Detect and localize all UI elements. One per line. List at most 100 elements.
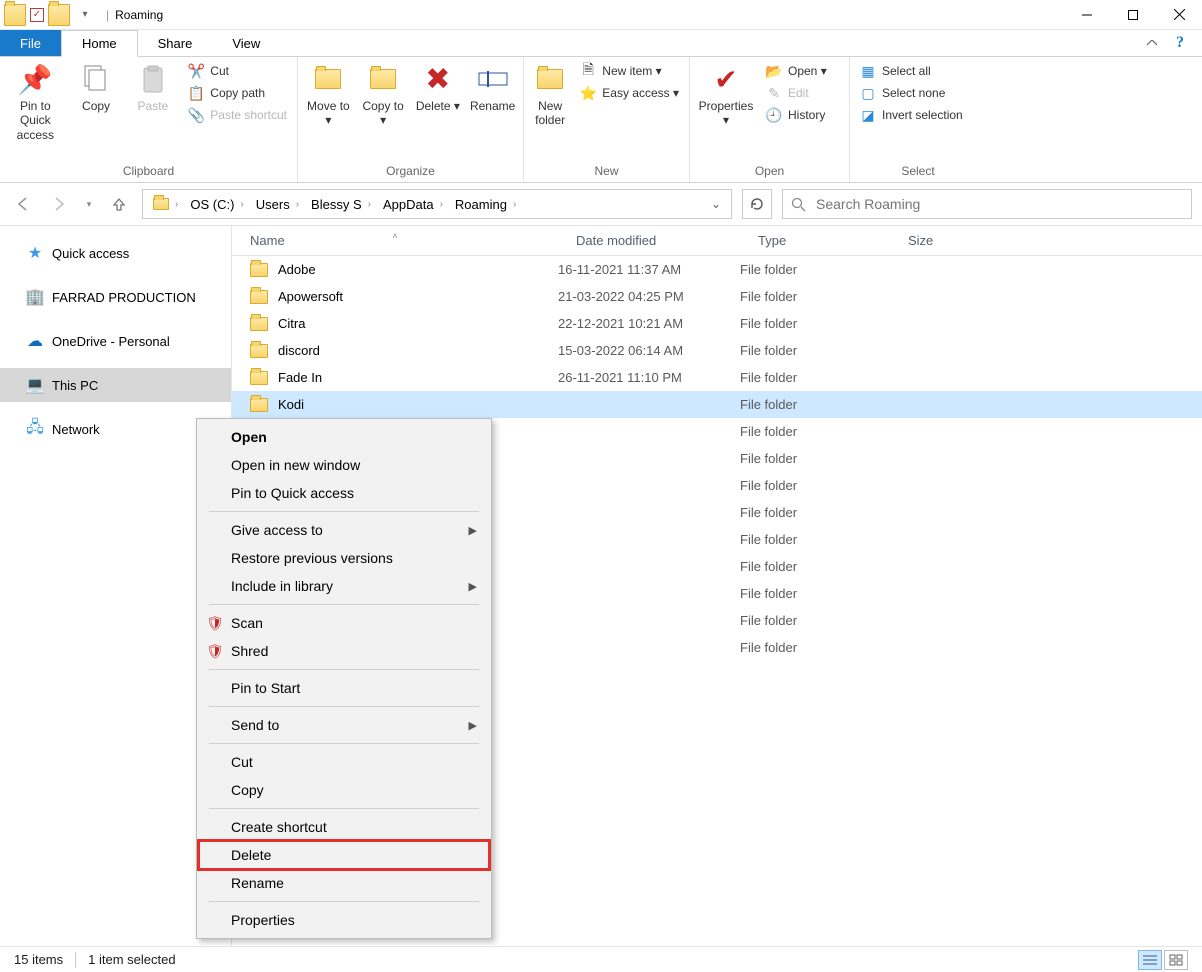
file-type: File folder (740, 478, 890, 493)
details-view-button[interactable] (1138, 950, 1162, 970)
invert-selection-button[interactable]: ◪ Invert selection (856, 105, 967, 125)
maximize-button[interactable] (1110, 0, 1156, 30)
file-type: File folder (740, 559, 890, 574)
paste-shortcut-button: 📎 Paste shortcut (184, 105, 291, 125)
edit-icon: ✎ (766, 85, 782, 101)
table-row[interactable]: Citra22-12-2021 10:21 AMFile folder (232, 310, 1202, 337)
breadcrumb-item[interactable]: AppData› (377, 190, 449, 218)
sidebar-item-onedrive[interactable]: ☁ OneDrive - Personal (0, 324, 231, 358)
search-input[interactable] (814, 195, 1183, 213)
ctx-pin-quick-access[interactable]: Pin to Quick access (199, 479, 489, 507)
table-row[interactable]: KodiFile folder (232, 391, 1202, 418)
file-date: 21-03-2022 04:25 PM (558, 289, 740, 304)
file-type: File folder (740, 262, 890, 277)
minimize-ribbon-button[interactable] (1138, 30, 1166, 56)
recent-locations-button[interactable]: ▾ (82, 191, 96, 217)
forward-button[interactable] (46, 191, 72, 217)
ctx-rename[interactable]: Rename (199, 869, 489, 897)
folder-icon (250, 290, 268, 304)
sidebar-item-this-pc[interactable]: 💻 This PC (0, 368, 231, 402)
file-name: Citra (278, 316, 305, 331)
tab-home[interactable]: Home (61, 30, 138, 57)
shield-icon: 🛡 (207, 643, 223, 659)
ctx-open[interactable]: Open (199, 423, 489, 451)
paste-button: Paste (125, 59, 180, 162)
qat-dropdown-icon[interactable]: ▾ (74, 4, 96, 26)
shield-icon: 🛡 (207, 615, 223, 631)
large-icons-view-button[interactable] (1164, 950, 1188, 970)
sidebar-item-quick-access[interactable]: ★ Quick access (0, 236, 231, 270)
breadcrumb-item[interactable]: Users› (250, 190, 305, 218)
chevron-right-icon: ▶ (469, 524, 477, 537)
ctx-pin-to-start[interactable]: Pin to Start (199, 674, 489, 702)
column-date[interactable]: Date modified (558, 233, 740, 248)
column-size[interactable]: Size (890, 233, 990, 248)
file-name: Apowersoft (278, 289, 343, 304)
breadcrumb-item[interactable]: Roaming› (449, 190, 522, 218)
ctx-shred[interactable]: 🛡Shred (199, 637, 489, 665)
ctx-delete[interactable]: Delete (199, 841, 489, 869)
select-none-button[interactable]: ▢ Select none (856, 83, 967, 103)
ctx-cut[interactable]: Cut (199, 748, 489, 776)
back-button[interactable] (10, 191, 36, 217)
delete-button[interactable]: ✖ Delete ▾ (412, 59, 465, 162)
address-bar[interactable]: › OS (C:)› Users› Blessy S› AppData› Roa… (142, 189, 732, 219)
minimize-button[interactable] (1064, 0, 1110, 30)
column-type[interactable]: Type (740, 233, 890, 248)
breadcrumb-root[interactable]: › (147, 190, 184, 218)
ctx-scan[interactable]: 🛡Scan (199, 609, 489, 637)
up-button[interactable] (106, 191, 132, 217)
history-button[interactable]: 🕘 History (762, 105, 831, 125)
select-all-button[interactable]: ▦ Select all (856, 61, 967, 81)
new-item-button[interactable]: 🗎 New item ▾ (576, 61, 683, 81)
move-to-button[interactable]: Move to ▾ (302, 59, 355, 162)
select-none-icon: ▢ (860, 85, 876, 101)
address-dropdown-icon[interactable]: ⌄ (705, 197, 727, 211)
breadcrumb-item[interactable]: Blessy S› (305, 190, 377, 218)
table-row[interactable]: discord15-03-2022 06:14 AMFile folder (232, 337, 1202, 364)
file-name: Fade In (278, 370, 322, 385)
cut-button[interactable]: ✂️ Cut (184, 61, 291, 81)
file-name: discord (278, 343, 320, 358)
history-icon: 🕘 (766, 107, 782, 123)
file-type: File folder (740, 370, 890, 385)
ctx-copy[interactable]: Copy (199, 776, 489, 804)
folder-icon (250, 263, 268, 277)
ctx-open-new-window[interactable]: Open in new window (199, 451, 489, 479)
ctx-send-to[interactable]: Send to▶ (199, 711, 489, 739)
table-row[interactable]: Adobe16-11-2021 11:37 AMFile folder (232, 256, 1202, 283)
tab-view[interactable]: View (212, 30, 280, 56)
group-label: Clipboard (4, 162, 293, 182)
network-icon: 🖧 (26, 420, 44, 438)
group-label: Organize (302, 162, 519, 182)
ctx-restore-previous[interactable]: Restore previous versions (199, 544, 489, 572)
rename-button[interactable]: Rename (466, 59, 519, 162)
ctx-create-shortcut[interactable]: Create shortcut (199, 813, 489, 841)
ctx-properties[interactable]: Properties (199, 906, 489, 934)
sidebar-item-production[interactable]: 🏢 FARRAD PRODUCTION (0, 280, 231, 314)
properties-button[interactable]: ✔ Properties ▾ (694, 59, 758, 162)
tab-share[interactable]: Share (138, 30, 213, 56)
easy-access-button[interactable]: ⭐ Easy access ▾ (576, 83, 683, 103)
copy-button[interactable]: Copy (69, 59, 124, 162)
open-button[interactable]: 📂 Open ▾ (762, 61, 831, 81)
table-row[interactable]: Fade In26-11-2021 11:10 PMFile folder (232, 364, 1202, 391)
qat-properties-icon[interactable]: ✓ (30, 8, 44, 22)
new-folder-button[interactable]: New folder (528, 59, 572, 162)
close-button[interactable] (1156, 0, 1202, 30)
breadcrumb-item[interactable]: OS (C:)› (184, 190, 249, 218)
pin-to-quick-access-button[interactable]: 📌 Pin to Quick access (4, 59, 67, 162)
delete-icon: ✖ (420, 61, 456, 97)
copy-path-button[interactable]: 📋 Copy path (184, 83, 291, 103)
table-row[interactable]: Apowersoft21-03-2022 04:25 PMFile folder (232, 283, 1202, 310)
ctx-give-access-to[interactable]: Give access to▶ (199, 516, 489, 544)
refresh-button[interactable] (742, 189, 772, 219)
tab-file[interactable]: File (0, 30, 61, 56)
file-type: File folder (740, 343, 890, 358)
copy-to-button[interactable]: Copy to ▾ (357, 59, 410, 162)
search-box[interactable] (782, 189, 1192, 219)
folder-icon (250, 344, 268, 358)
column-name[interactable]: ˄ Name (232, 233, 558, 248)
help-button[interactable]: ? (1166, 30, 1194, 56)
ctx-include-in-library[interactable]: Include in library▶ (199, 572, 489, 600)
